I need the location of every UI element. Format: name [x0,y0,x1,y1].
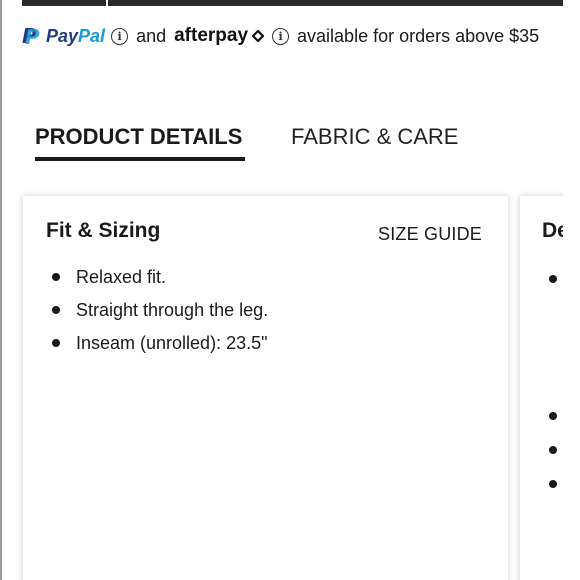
bullet-icon [549,446,557,454]
top-bar-divider [106,0,108,6]
tab-fabric-care[interactable]: FABRIC & CARE [291,124,458,150]
viewport-edge [563,0,580,580]
tab-product-details[interactable]: PRODUCT DETAILS [35,124,242,150]
list-item: Inseam (unrolled): 23.5" [46,331,268,364]
bullet-icon [52,273,60,281]
afterpay-logo: afterpay [174,25,266,47]
paypal-logo: PP PayPal [22,24,106,49]
bullet-icon [549,480,557,488]
afterpay-wordmark: afterpay [174,25,249,46]
product-page: PP PayPal i and afterpay i available for… [0,0,580,580]
paypal-wordmark: PayPal [46,25,106,46]
active-tab-indicator [35,157,245,161]
payment-availability-text: available for orders above $35 [297,25,540,46]
afterpay-arrows-icon [251,29,265,43]
list-item: Straight through the leg. [46,298,268,331]
fit-sizing-card: Fit & Sizing SIZE GUIDE Relaxed fit. Str… [23,196,508,580]
fit-bullet-list: Relaxed fit. Straight through the leg. I… [46,265,268,364]
list-item-text: Relaxed fit. [76,267,167,287]
paypal-info-icon[interactable]: i [111,27,129,45]
left-border [0,0,2,580]
top-bar [22,0,570,6]
bullet-icon [549,275,557,283]
paypal-mark-icon: PP [22,24,40,49]
bullet-icon [549,412,557,420]
bullet-icon [52,339,60,347]
and-text: and [136,25,167,46]
bullet-icon [52,306,60,314]
list-item: Relaxed fit. [46,265,268,298]
list-item-text: Straight through the leg. [76,300,269,320]
card-title: Fit & Sizing [46,219,161,242]
payment-options-row: PP PayPal i and afterpay i available for… [22,22,539,50]
afterpay-info-icon[interactable]: i [272,27,290,45]
size-guide-link[interactable]: SIZE GUIDE [378,224,482,245]
list-item-text: Inseam (unrolled): 23.5" [76,333,268,353]
